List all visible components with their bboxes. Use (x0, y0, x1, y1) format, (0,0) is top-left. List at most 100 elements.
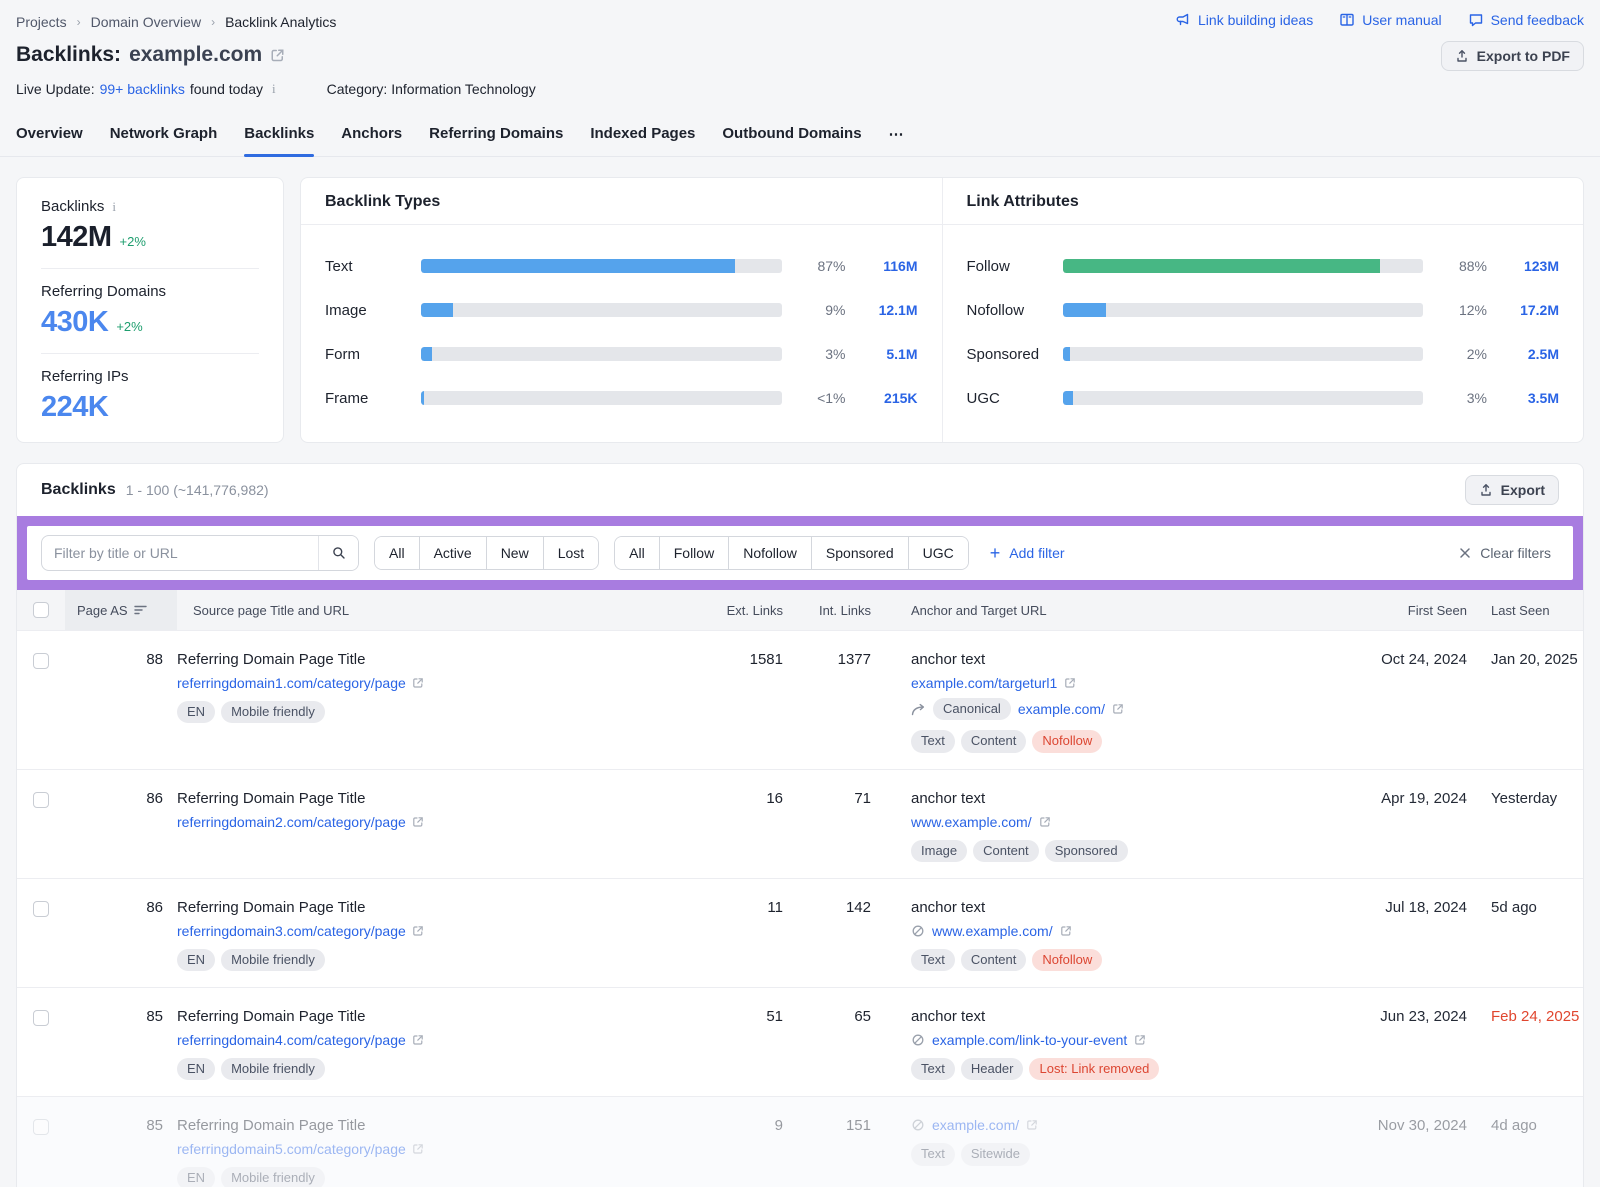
status-filter-lost[interactable]: Lost (543, 537, 598, 569)
stat-refips-value-row: 224K (41, 391, 259, 424)
target-url-link[interactable]: www.example.com/ (911, 814, 1032, 830)
last-seen-value: Yesterday (1467, 790, 1583, 807)
source-badges: ENMobile friendly (177, 1058, 683, 1080)
link-building-ideas-link[interactable]: Link building ideas (1175, 12, 1313, 28)
bar-row-nofollow: Nofollow 12% 17.2M (967, 288, 1560, 332)
tab-network-graph[interactable]: Network Graph (110, 117, 218, 156)
send-feedback-link[interactable]: Send feedback (1468, 12, 1584, 28)
ext-links-value: 51 (707, 1008, 795, 1025)
info-icon[interactable]: i (268, 81, 280, 97)
info-icon[interactable]: i (108, 199, 120, 215)
column-header-int-links: Int. Links (795, 590, 883, 630)
bar-track (421, 303, 782, 317)
anchor-cell: anchor text www.example.com/ ImageConten… (883, 790, 1335, 862)
add-filter-button[interactable]: + Add filter (990, 544, 1065, 562)
external-link-icon[interactable] (412, 677, 424, 689)
status-filter-new[interactable]: New (486, 537, 543, 569)
external-link-icon[interactable] (412, 816, 424, 828)
external-link-icon[interactable] (412, 925, 424, 937)
source-badges: EN Mobile friendly (177, 949, 683, 971)
column-header-source: Source page Title and URL (177, 590, 707, 630)
user-manual-link[interactable]: User manual (1339, 12, 1441, 28)
redirect-arrow-icon (911, 703, 926, 716)
external-link-icon[interactable] (1039, 816, 1051, 828)
target-url-link[interactable]: example.com/ (932, 1117, 1019, 1133)
bar-fill (421, 303, 453, 317)
external-link-icon[interactable] (412, 1034, 424, 1046)
first-seen-value: Jul 18, 2024 (1335, 899, 1467, 916)
bar-value-link[interactable]: 12.1M (860, 302, 918, 318)
follow-filter-follow[interactable]: Follow (659, 537, 728, 569)
clear-filters-button[interactable]: Clear filters (1459, 545, 1559, 561)
source-title: Referring Domain Page Title (177, 790, 683, 807)
bar-value-link[interactable]: 17.2M (1501, 302, 1559, 318)
breadcrumb-backlink-analytics: Backlink Analytics (225, 14, 336, 30)
column-header-page-as[interactable]: Page AS (65, 590, 177, 630)
tab-backlinks[interactable]: Backlinks (244, 117, 314, 156)
source-url-link[interactable]: referringdomain1.com/category/page (177, 675, 406, 691)
source-url-link[interactable]: referringdomain4.com/category/page (177, 1032, 406, 1048)
live-update-label: Live Update: (16, 81, 95, 97)
row-checkbox[interactable] (33, 653, 49, 669)
breadcrumb-domain-overview[interactable]: Domain Overview (91, 14, 201, 30)
export-to-pdf-button[interactable]: Export to PDF (1441, 41, 1584, 71)
bar-value-link[interactable]: 215K (860, 390, 918, 406)
megaphone-icon (1175, 12, 1191, 28)
follow-filter-ugc[interactable]: UGC (908, 537, 968, 569)
breadcrumb-projects[interactable]: Projects (16, 14, 67, 30)
tab-outbound-domains[interactable]: Outbound Domains (722, 117, 861, 156)
row-checkbox[interactable] (33, 792, 49, 808)
bar-row-form: Form 3% 5.1M (325, 332, 918, 376)
filter-search-group (41, 535, 359, 571)
status-filter-all[interactable]: All (375, 537, 419, 569)
badge: Nofollow (1032, 730, 1102, 752)
source-title: Referring Domain Page Title (177, 1117, 683, 1134)
search-icon[interactable] (318, 536, 358, 570)
tab-referring-domains[interactable]: Referring Domains (429, 117, 563, 156)
select-all-checkbox[interactable] (33, 602, 49, 618)
row-checkbox[interactable] (33, 901, 49, 917)
external-link-icon[interactable] (1134, 1034, 1146, 1046)
tab-overview[interactable]: Overview (16, 117, 83, 156)
bar-value-link[interactable]: 3.5M (1501, 390, 1559, 406)
source-title: Referring Domain Page Title (177, 899, 683, 916)
export-button[interactable]: Export (1465, 475, 1559, 505)
source-url-link[interactable]: referringdomain5.com/category/page (177, 1141, 406, 1157)
bar-value-link[interactable]: 116M (860, 258, 918, 274)
follow-filter-all[interactable]: All (615, 537, 659, 569)
external-link-icon[interactable] (412, 1143, 424, 1155)
follow-filter-nofollow[interactable]: Nofollow (728, 537, 811, 569)
filter-search-input[interactable] (42, 545, 318, 561)
external-link-icon[interactable] (1064, 677, 1076, 689)
canonical-url-link[interactable]: example.com/ (1018, 701, 1105, 717)
bar-value-link[interactable]: 123M (1501, 258, 1559, 274)
live-update-link[interactable]: 99+ backlinks (100, 81, 185, 97)
external-link-icon[interactable] (1026, 1119, 1038, 1131)
target-url-link[interactable]: example.com/targeturl1 (911, 675, 1057, 691)
target-url-link[interactable]: example.com/link-to-your-event (932, 1032, 1127, 1048)
tab-anchors[interactable]: Anchors (341, 117, 402, 156)
source-cell: Referring Domain Page Title referringdom… (177, 790, 707, 830)
topbar-actions: Link building ideas User manual Send fee… (1175, 12, 1584, 71)
follow-filter-sponsored[interactable]: Sponsored (811, 537, 908, 569)
table-row: 86 Referring Domain Page Title referring… (17, 769, 1583, 878)
badge: Mobile friendly (221, 949, 325, 971)
target-url-link[interactable]: www.example.com/ (932, 923, 1053, 939)
tab-more-icon[interactable]: ⋯ (889, 117, 906, 156)
tab-indexed-pages[interactable]: Indexed Pages (590, 117, 695, 156)
external-link-icon[interactable] (270, 48, 285, 63)
bar-track (421, 259, 782, 273)
external-link-icon[interactable] (1112, 703, 1124, 715)
status-filter-active[interactable]: Active (419, 537, 486, 569)
row-checkbox[interactable] (33, 1119, 49, 1135)
last-seen-value: Feb 24, 2025 (1467, 1008, 1583, 1025)
bar-value-link[interactable]: 2.5M (1501, 346, 1559, 362)
source-url-link[interactable]: referringdomain3.com/category/page (177, 923, 406, 939)
external-link-icon[interactable] (1060, 925, 1072, 937)
stat-refdomains-delta: +2% (116, 319, 142, 334)
badge: EN (177, 949, 215, 971)
row-checkbox[interactable] (33, 1010, 49, 1026)
source-url-link[interactable]: referringdomain2.com/category/page (177, 814, 406, 830)
bar-fill (1063, 303, 1106, 317)
bar-value-link[interactable]: 5.1M (860, 346, 918, 362)
